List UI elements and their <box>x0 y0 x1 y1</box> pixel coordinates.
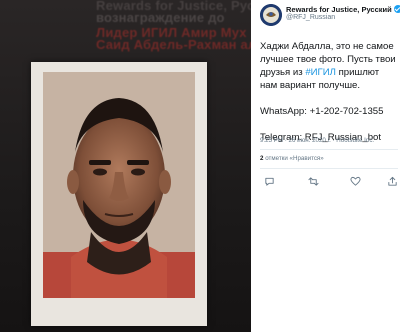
hashtag-link[interactable]: #ИГИЛ <box>305 67 336 78</box>
poster-text-line: Саид Абдель-Рахман ал <box>96 37 251 52</box>
source-link[interactable]: Hootsuite Inc. <box>336 137 374 144</box>
display-name[interactable]: Rewards for Justice, Русский <box>286 5 400 14</box>
media-viewer[interactable]: Rewards for Justice, Русский вознагражде… <box>0 0 251 332</box>
divider <box>260 168 398 169</box>
tweet-panel: Rewards for Justice, Русский @RFJ_Russia… <box>251 0 400 332</box>
verified-badge-icon <box>393 5 400 13</box>
user-handle[interactable]: @RFJ_Russian <box>286 14 335 21</box>
seal-icon <box>260 4 282 26</box>
display-name-text: Rewards for Justice, Русский <box>286 5 392 14</box>
tweet-body: Хаджи Абдалла, это не самое лучшее твое … <box>260 40 398 92</box>
share-icon <box>387 176 397 186</box>
poster-text-line: вознаграждение до <box>96 10 225 25</box>
tweet-meta: 9:25 PM · 26 июн. 2020 г. · Hootsuite In… <box>260 137 374 144</box>
avatar[interactable] <box>260 4 282 26</box>
like-button[interactable] <box>348 174 362 188</box>
heart-icon <box>349 176 361 186</box>
photo-card <box>31 62 207 326</box>
likes-count[interactable]: 2 отметки «Нравится» <box>260 155 324 162</box>
reply-icon <box>264 177 274 186</box>
timestamp[interactable]: 9:25 PM · 26 июн. 2020 г. · <box>260 137 336 144</box>
tweet-header: Rewards for Justice, Русский @RFJ_Russia… <box>260 4 400 30</box>
tweet-actions <box>260 174 398 188</box>
likes-number: 2 <box>260 155 264 162</box>
whatsapp-line: WhatsApp: +1-202-702-1355 <box>260 106 384 117</box>
share-button[interactable] <box>385 174 399 188</box>
retweet-icon <box>307 176 319 186</box>
retweet-button[interactable] <box>306 174 320 188</box>
reply-button[interactable] <box>262 174 276 188</box>
divider <box>260 149 398 150</box>
tweet-text: Хаджи Абдалла, это не самое лучшее твое … <box>260 40 398 144</box>
portrait-photo <box>43 72 195 298</box>
likes-label: отметки «Нравится» <box>265 155 324 162</box>
portrait-image <box>43 72 195 298</box>
